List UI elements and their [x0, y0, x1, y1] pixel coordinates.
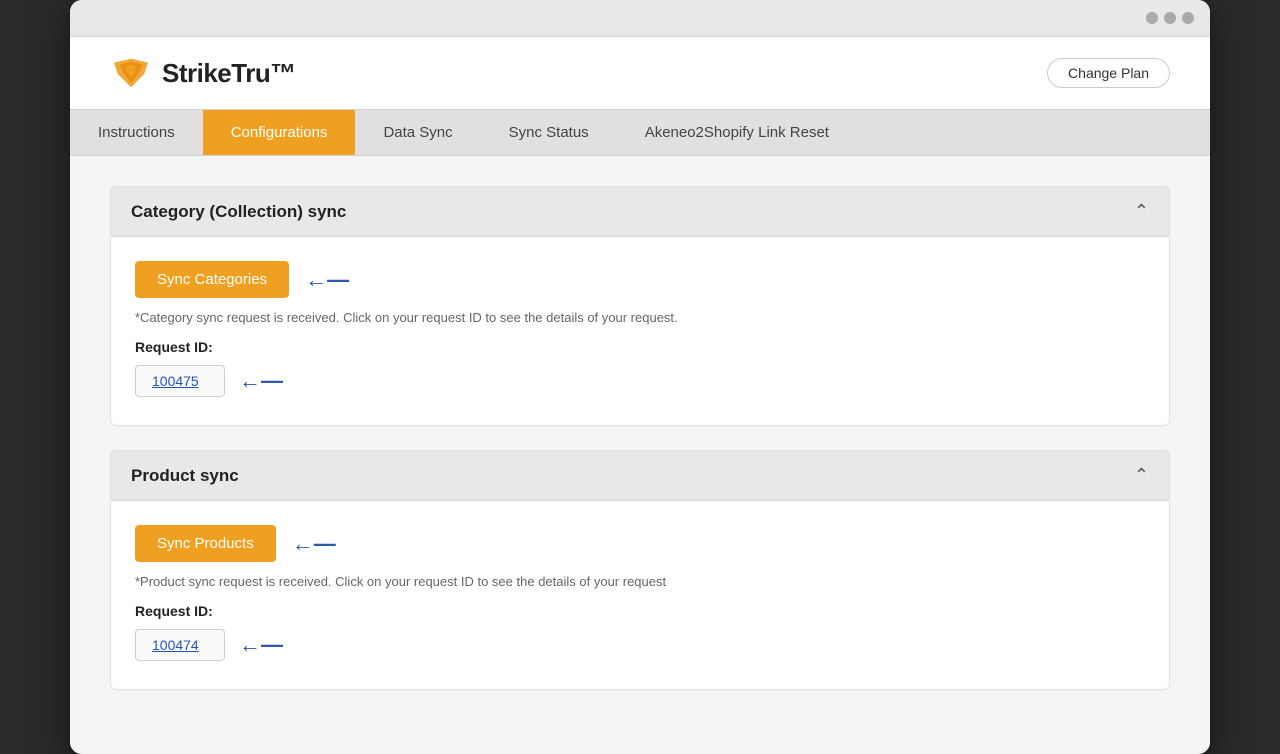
nav-item-link-reset[interactable]: Akeneo2Shopify Link Reset [617, 110, 857, 155]
change-plan-button[interactable]: Change Plan [1047, 58, 1170, 88]
nav-bar: Instructions Configurations Data Sync Sy… [70, 109, 1210, 156]
sync-categories-button[interactable]: Sync Categories [135, 261, 289, 298]
logo-text: StrikeTru™ [162, 58, 296, 89]
category-sync-btn-row: Sync Categories ←— [135, 261, 1145, 298]
browser-dot-1 [1146, 12, 1158, 24]
product-sync-note: *Product sync request is received. Click… [135, 574, 1145, 589]
nav-item-sync-status[interactable]: Sync Status [481, 110, 617, 155]
product-sync-section: Product sync ⌃ Sync Products ←— *Product… [110, 450, 1170, 690]
category-request-id-row: 100475 ←— [135, 365, 1145, 397]
category-sync-section: Category (Collection) sync ⌃ Sync Catego… [110, 186, 1170, 426]
product-request-id-row: 100474 ←— [135, 629, 1145, 661]
product-collapse-icon[interactable]: ⌃ [1134, 465, 1149, 486]
nav-item-instructions[interactable]: Instructions [70, 110, 203, 155]
logo-container: StrikeTru™ [110, 55, 296, 91]
category-request-id[interactable]: 100475 [135, 365, 225, 397]
browser-dots [1146, 12, 1194, 24]
main-content: Category (Collection) sync ⌃ Sync Catego… [70, 156, 1210, 754]
product-id-arrow-indicator: ←— [239, 632, 283, 658]
logo-icon [110, 55, 152, 91]
product-sync-body: Sync Products ←— *Product sync request i… [111, 501, 1169, 689]
category-sync-note: *Category sync request is received. Clic… [135, 310, 1145, 325]
browser-dot-3 [1182, 12, 1194, 24]
product-sync-title: Product sync [131, 466, 239, 486]
browser-window: StrikeTru™ Change Plan Instructions Conf… [70, 0, 1210, 754]
product-arrow-indicator: ←— [292, 531, 336, 557]
nav-item-data-sync[interactable]: Data Sync [355, 110, 480, 155]
browser-chrome [70, 0, 1210, 37]
category-sync-body: Sync Categories ←— *Category sync reques… [111, 237, 1169, 425]
category-arrow-indicator: ←— [305, 267, 349, 293]
category-sync-title: Category (Collection) sync [131, 202, 346, 222]
app-header: StrikeTru™ Change Plan [70, 37, 1210, 109]
product-request-id[interactable]: 100474 [135, 629, 225, 661]
product-sync-btn-row: Sync Products ←— [135, 525, 1145, 562]
browser-dot-2 [1164, 12, 1176, 24]
sync-products-button[interactable]: Sync Products [135, 525, 276, 562]
category-sync-header: Category (Collection) sync ⌃ [111, 187, 1169, 237]
category-collapse-icon[interactable]: ⌃ [1134, 201, 1149, 222]
category-id-arrow-indicator: ←— [239, 368, 283, 394]
nav-item-configurations[interactable]: Configurations [203, 110, 356, 155]
product-sync-header: Product sync ⌃ [111, 451, 1169, 501]
category-request-label: Request ID: [135, 339, 1145, 355]
product-request-label: Request ID: [135, 603, 1145, 619]
